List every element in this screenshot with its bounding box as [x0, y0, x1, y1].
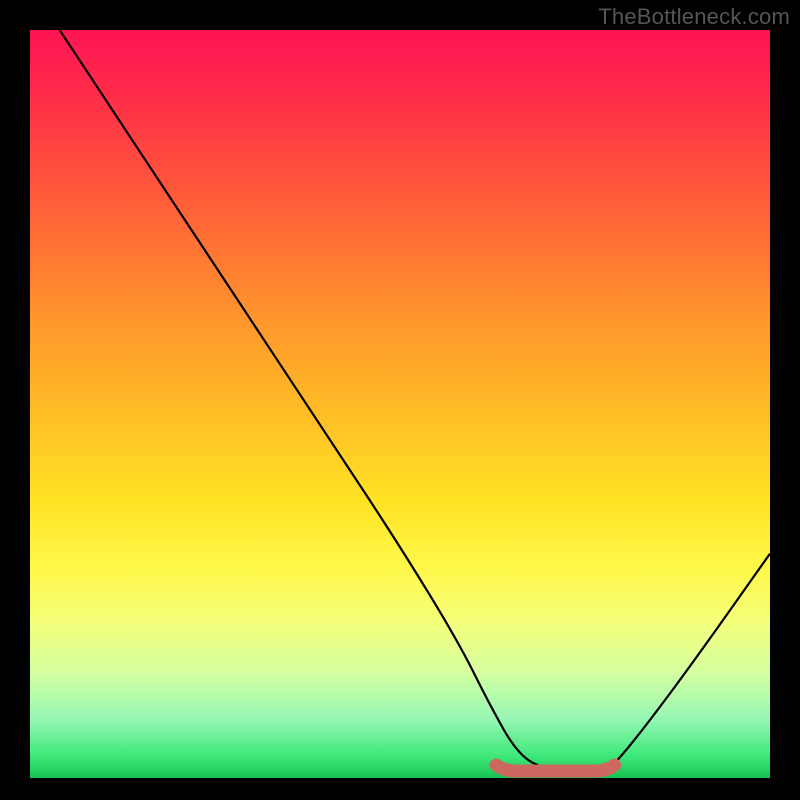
- chart-svg: [30, 30, 770, 778]
- bottleneck-curve-line: [60, 30, 770, 771]
- watermark-text: TheBottleneck.com: [598, 4, 790, 30]
- chart-plot-area: [30, 30, 770, 778]
- optimal-zone-marker: [496, 765, 614, 771]
